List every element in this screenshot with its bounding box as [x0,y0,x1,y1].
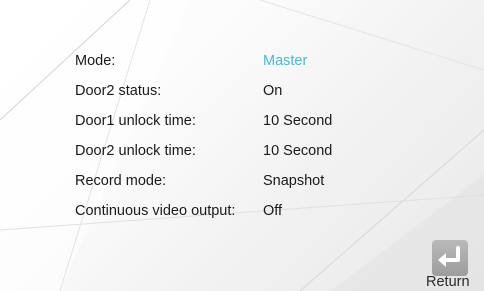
setting-value: Snapshot [263,173,325,189]
setting-value: 10 Second [263,113,333,129]
setting-label: Door2 status: [75,83,162,99]
return-arrow-icon [432,240,468,276]
setting-label: Mode: [75,53,116,69]
background-pattern [0,0,484,291]
setting-value: 10 Second [263,143,333,159]
setting-label: Continuous video output: [75,203,236,219]
settings-screen: Mode: Master Door2 status: On Door1 unlo… [0,0,484,291]
return-button[interactable]: Return [426,240,484,291]
setting-value: On [263,83,283,99]
setting-label: Record mode: [75,173,167,189]
setting-label: Door1 unlock time: [75,113,196,129]
setting-label: Door2 unlock time: [75,143,196,159]
return-label: Return [426,274,470,290]
setting-value: Master [263,53,308,69]
setting-value: Off [263,203,283,219]
